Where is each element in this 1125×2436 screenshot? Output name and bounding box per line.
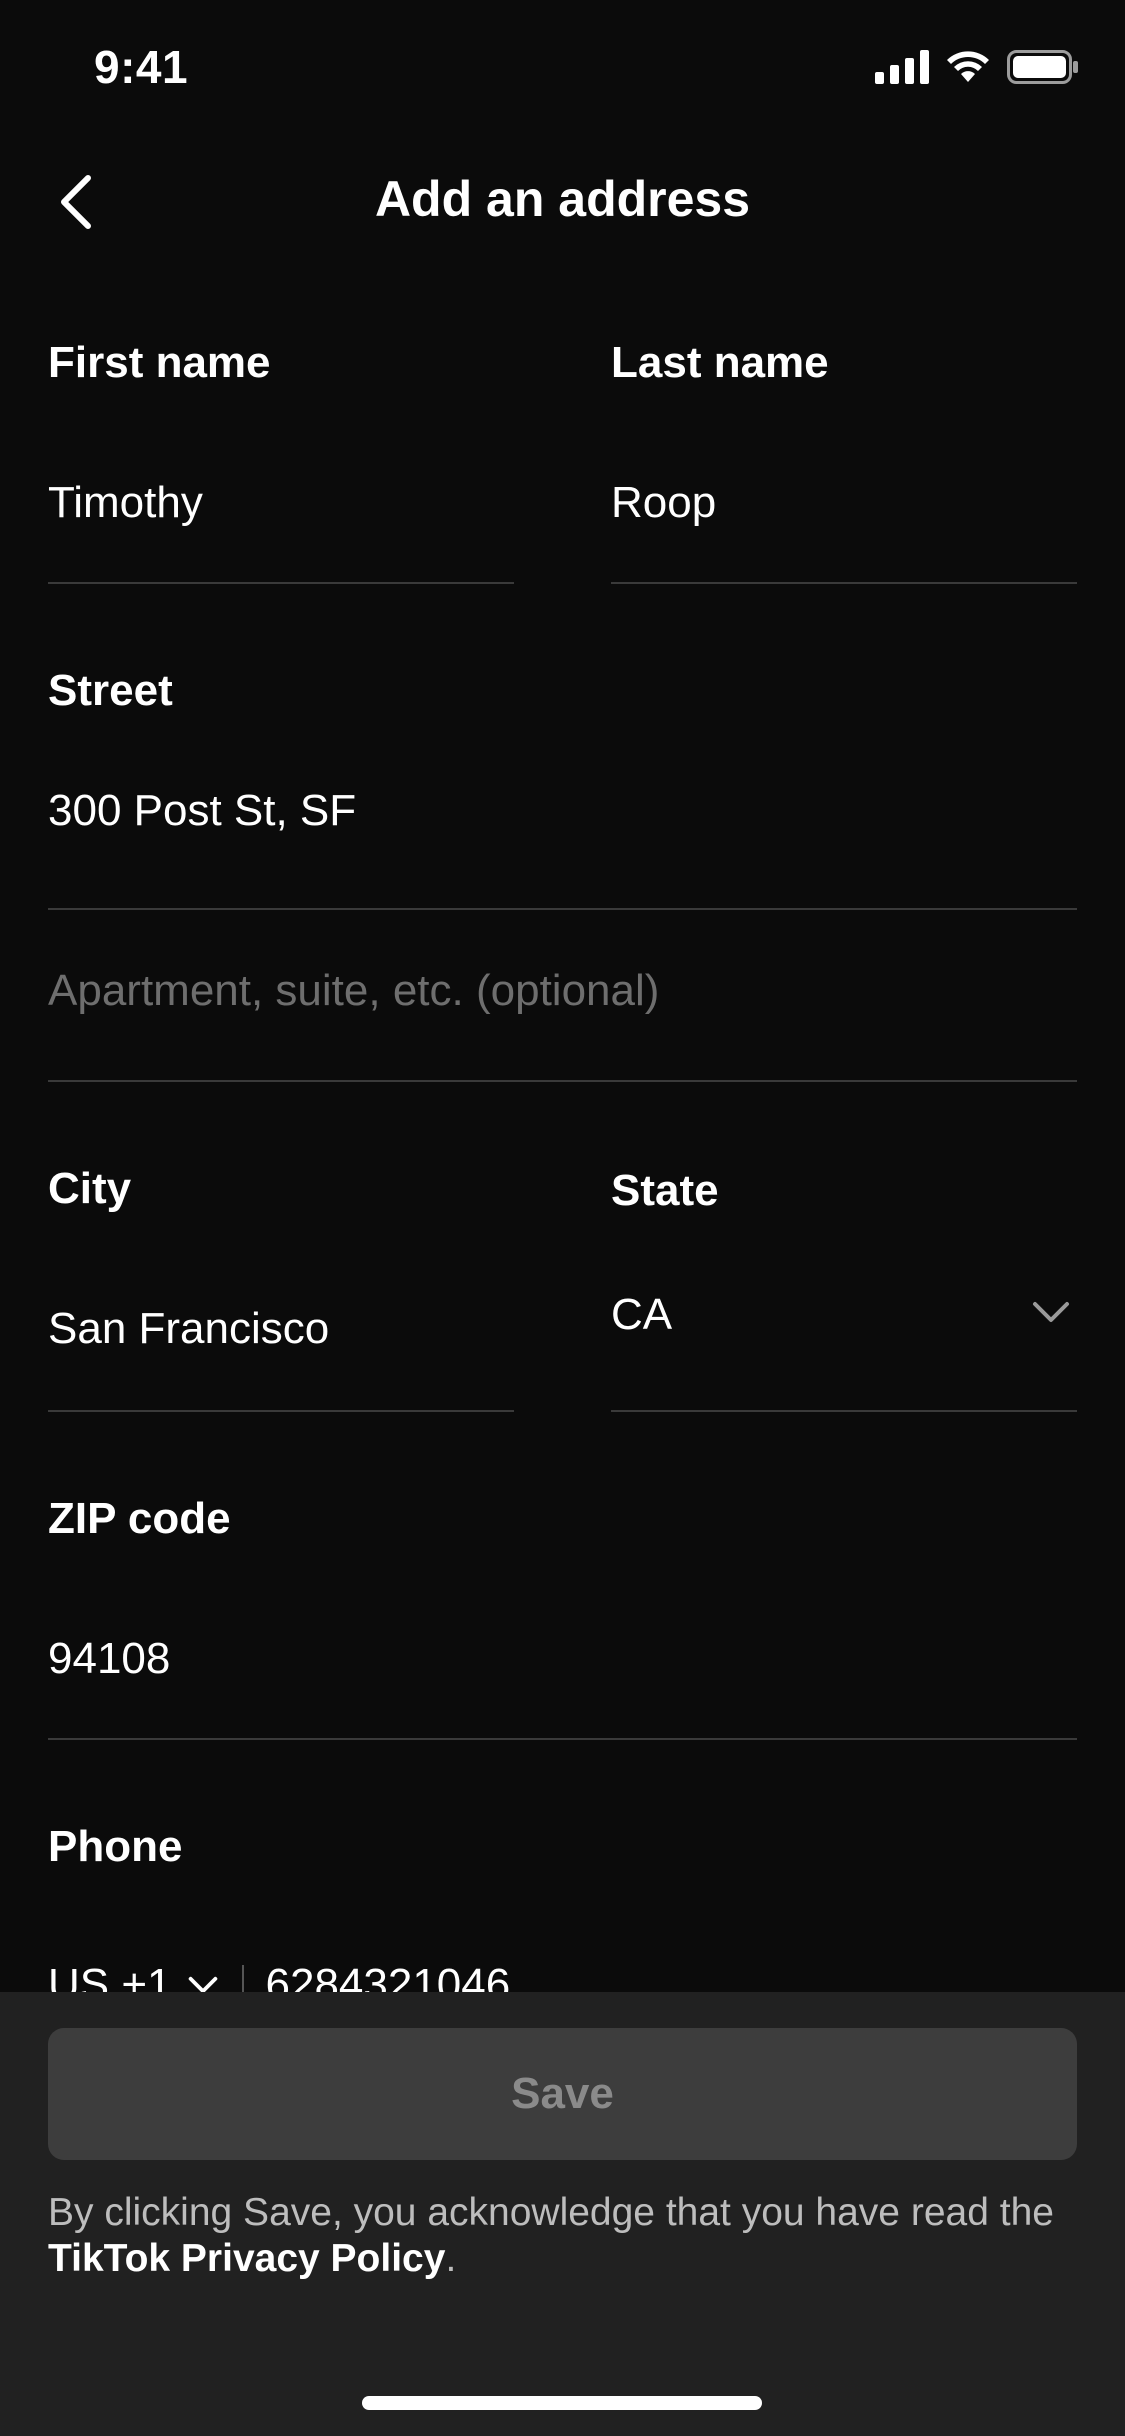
legal-prefix: By clicking Save, you acknowledge that y… bbox=[48, 2191, 1054, 2234]
wifi-icon bbox=[947, 51, 989, 82]
status-time: 9:41 bbox=[94, 41, 189, 93]
city-field[interactable]: City San Francisco bbox=[48, 1156, 514, 1414]
privacy-policy-link[interactable]: TikTok Privacy Policy bbox=[48, 2237, 445, 2280]
zip-underline bbox=[48, 1738, 1077, 1740]
state-select[interactable]: State CA bbox=[611, 1156, 1077, 1414]
apartment-underline bbox=[48, 1080, 1077, 1082]
signal-icon bbox=[875, 50, 929, 84]
phone-field: Phone bbox=[48, 1814, 1077, 1894]
last-name-label: Last name bbox=[611, 338, 829, 387]
city-label: City bbox=[48, 1164, 132, 1213]
street-field[interactable]: Street 300 Post St, SF bbox=[48, 658, 1077, 914]
zip-label: ZIP code bbox=[48, 1494, 231, 1543]
street-label: Street bbox=[48, 666, 173, 715]
street-underline bbox=[48, 908, 1077, 910]
home-indicator bbox=[362, 2396, 762, 2410]
first-name-input[interactable]: Timothy bbox=[48, 478, 514, 528]
state-value[interactable]: CA bbox=[611, 1290, 1077, 1340]
legal-text: By clicking Save, you acknowledge that y… bbox=[48, 2190, 1088, 2282]
last-name-underline bbox=[611, 582, 1077, 584]
zip-field[interactable]: ZIP code 94108 bbox=[48, 1486, 1077, 1742]
zip-input[interactable]: 94108 bbox=[48, 1634, 1077, 1684]
phone-label: Phone bbox=[48, 1822, 183, 1871]
nav-bar: Add an address bbox=[0, 140, 1125, 260]
street-input[interactable]: 300 Post St, SF bbox=[48, 786, 1077, 836]
battery-icon bbox=[1007, 50, 1078, 84]
last-name-input[interactable]: Roop bbox=[611, 478, 1077, 528]
bottom-panel: Save By clicking Save, you acknowledge t… bbox=[0, 1992, 1125, 2436]
chevron-down-icon bbox=[1033, 1302, 1069, 1322]
status-bar: 9:41 bbox=[0, 0, 1125, 140]
state-underline bbox=[611, 1410, 1077, 1412]
state-label: State bbox=[611, 1166, 719, 1215]
apartment-input[interactable]: Apartment, suite, etc. (optional) bbox=[48, 966, 1077, 1016]
apartment-field[interactable]: Apartment, suite, etc. (optional) bbox=[48, 940, 1077, 1084]
first-name-field[interactable]: First name Timothy bbox=[48, 330, 514, 586]
legal-suffix: . bbox=[445, 2237, 457, 2280]
save-button[interactable]: Save bbox=[48, 2028, 1077, 2160]
city-input[interactable]: San Francisco bbox=[48, 1304, 514, 1354]
page-title: Add an address bbox=[374, 171, 751, 227]
first-name-label: First name bbox=[48, 338, 271, 387]
first-name-underline bbox=[48, 582, 514, 584]
city-underline bbox=[48, 1410, 514, 1412]
last-name-field[interactable]: Last name Roop bbox=[611, 330, 1077, 586]
status-icons bbox=[875, 50, 1079, 84]
